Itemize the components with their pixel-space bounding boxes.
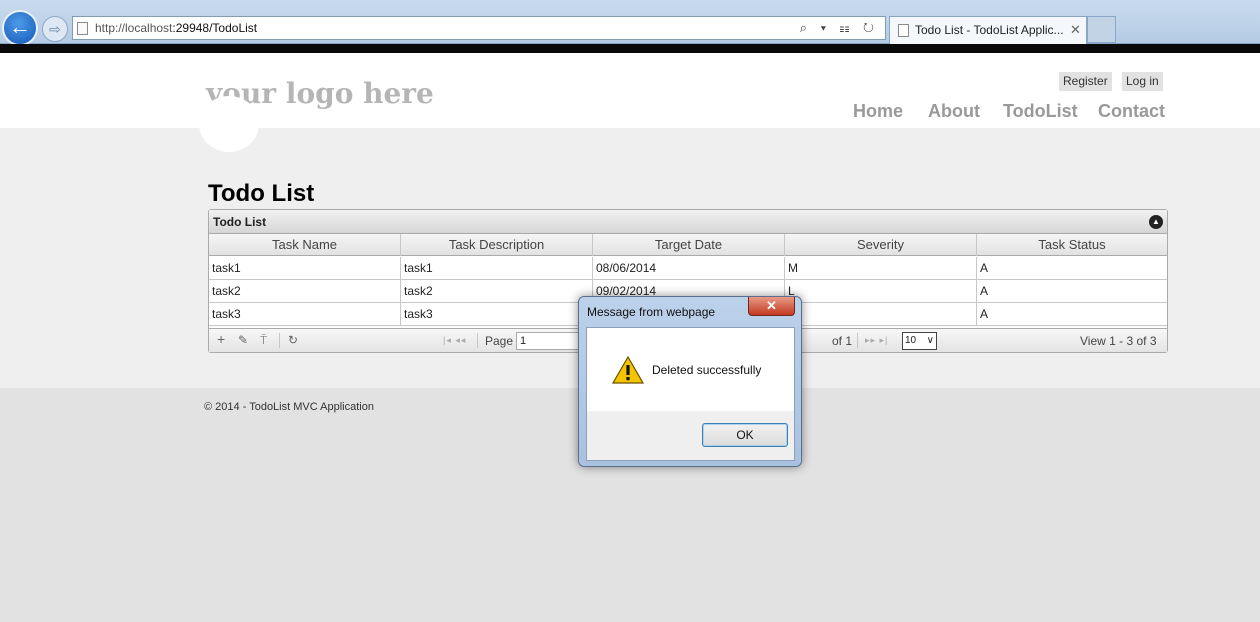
nav-todolist[interactable]: TodoList xyxy=(1003,101,1078,122)
tab-page-icon xyxy=(898,24,909,37)
address-tools-icons[interactable]: ⌕ ▾ ☷ ↻ xyxy=(800,20,879,36)
cell-target-date: 08/06/2014 xyxy=(593,257,785,279)
cell-task-description: task3 xyxy=(401,303,593,325)
column-header-target-date[interactable]: Target Date xyxy=(593,234,785,256)
table-row[interactable]: task1 task1 08/06/2014 M A xyxy=(209,257,1167,280)
address-bar[interactable]: http://localhost:29948/TodoList ⌕ ▾ ☷ ↻ xyxy=(72,16,886,40)
page-title: Todo List xyxy=(208,180,315,207)
page-count-label: of 1 xyxy=(832,334,853,348)
cell-task-status: A xyxy=(980,284,989,298)
dialog-message: Deleted successfully xyxy=(652,363,762,377)
column-header-task-description[interactable]: Task Description xyxy=(401,234,593,256)
add-row-icon[interactable]: + xyxy=(217,331,225,347)
cell-task-name: task1 xyxy=(209,257,401,279)
cell-task-description: task1 xyxy=(401,257,593,279)
view-records-label: View 1 - 3 of 3 xyxy=(1080,334,1157,348)
ok-button[interactable]: OK xyxy=(702,423,788,447)
dialog-footer: OK xyxy=(586,411,795,461)
refresh-icon[interactable]: ↻ xyxy=(288,333,298,347)
page-icon xyxy=(77,22,88,35)
browser-tab[interactable]: Todo List - TodoList Applic... ✕ xyxy=(889,16,1087,44)
grid-header-row: Task Name Task Description Target Date S… xyxy=(209,234,1167,256)
cell-severity: L xyxy=(785,280,977,302)
dialog-close-button[interactable]: ✕ xyxy=(748,297,795,316)
cell-task-status: A xyxy=(980,307,989,321)
register-link[interactable]: Register xyxy=(1059,72,1112,91)
cell-severity: M xyxy=(785,257,977,279)
cell-task-name: task2 xyxy=(209,280,401,302)
rows-per-page-value: 10 xyxy=(905,335,917,346)
alert-dialog: Message from webpage ✕ Deleted successfu… xyxy=(578,296,802,467)
collapse-icon[interactable]: ▲ xyxy=(1149,215,1163,229)
dialog-title: Message from webpage xyxy=(587,305,716,319)
chevron-down-icon: ∨ xyxy=(926,335,934,346)
next-last-page-icons[interactable]: ▸▸ ▸| xyxy=(865,335,888,346)
browser-chrome: ← ⇨ http://localhost:29948/TodoList ⌕ ▾ … xyxy=(0,0,1260,46)
grid-caption-title: Todo List xyxy=(213,215,267,229)
new-tab-button[interactable] xyxy=(1087,16,1116,43)
warning-icon xyxy=(612,356,644,384)
column-header-task-status[interactable]: Task Status xyxy=(977,234,1167,256)
dialog-body: Deleted successfully xyxy=(586,327,795,412)
nav-contact[interactable]: Contact xyxy=(1098,101,1165,122)
edit-row-icon[interactable]: ✎ xyxy=(238,333,248,347)
nav-home[interactable]: Home xyxy=(853,101,903,122)
rows-per-page-select[interactable]: 10 ∨ xyxy=(902,332,937,350)
address-url[interactable]: http://localhost:29948/TodoList xyxy=(95,21,257,35)
logo-decoration xyxy=(199,96,259,152)
forward-arrow-icon[interactable]: ⇨ xyxy=(42,16,68,42)
url-host: http://localhost xyxy=(95,21,173,35)
page-label: Page xyxy=(485,334,514,348)
pager-separator xyxy=(279,333,280,348)
delete-row-icon[interactable]: ⍑ xyxy=(260,333,267,348)
footer-copyright: © 2014 - TodoList MVC Application xyxy=(204,401,374,413)
cell-severity xyxy=(785,303,977,325)
login-link[interactable]: Log in xyxy=(1122,72,1163,91)
cell-task-name: task3 xyxy=(209,303,401,325)
cell-task-description: task2 xyxy=(401,280,593,302)
url-path: :29948/TodoList xyxy=(172,21,258,35)
site-header: your logo here Register Log in Home Abou… xyxy=(0,53,1260,128)
pager-separator xyxy=(477,333,478,348)
tab-close-icon[interactable]: ✕ xyxy=(1070,22,1081,38)
toolbar-divider xyxy=(0,44,1260,53)
nav-about[interactable]: About xyxy=(928,101,980,122)
page-number-input[interactable]: 1 xyxy=(516,332,586,350)
back-arrow-icon[interactable]: ← xyxy=(2,10,38,46)
column-header-severity[interactable]: Severity xyxy=(785,234,977,256)
pager-separator xyxy=(857,333,858,348)
cell-task-status: A xyxy=(980,261,989,275)
first-prev-page-icons[interactable]: |◂ ◂◂ xyxy=(443,335,466,346)
grid-caption: Todo List ▲ xyxy=(209,210,1167,234)
column-header-task-name[interactable]: Task Name xyxy=(209,234,401,256)
tab-title: Todo List - TodoList Applic... xyxy=(915,23,1064,37)
